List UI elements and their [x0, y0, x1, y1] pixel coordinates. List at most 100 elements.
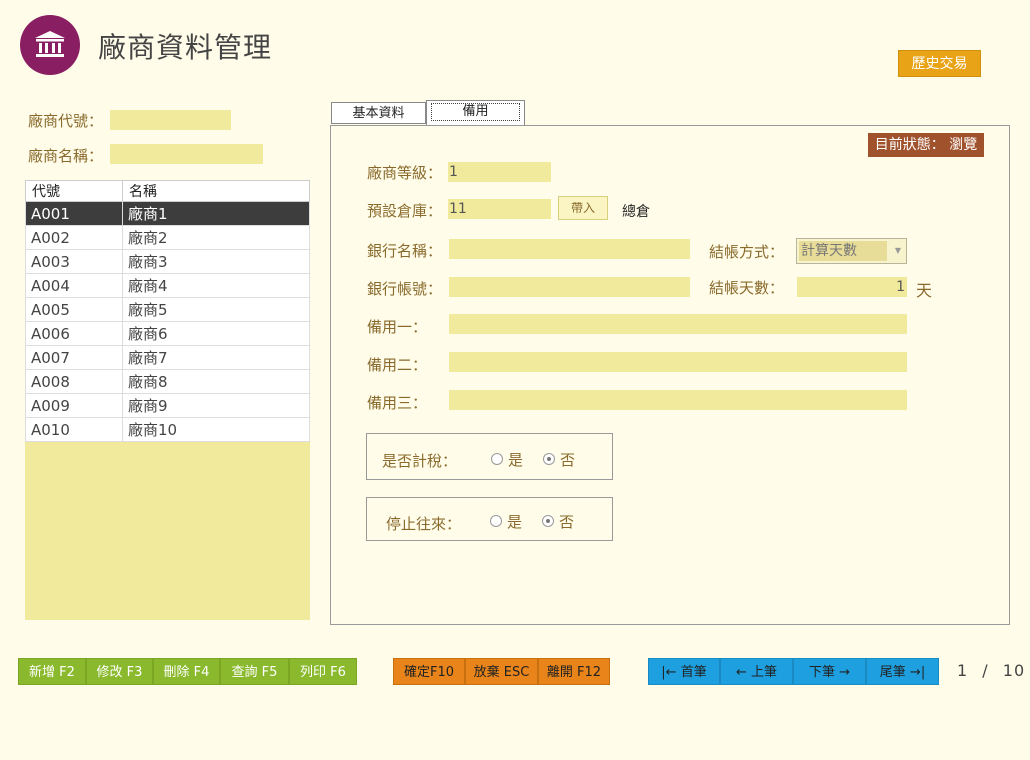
bank-name-input[interactable] — [449, 239, 690, 259]
pager-separator: / — [982, 661, 989, 680]
inactive-group: 停止往來： 是 否 — [366, 497, 613, 541]
inactive-yes-radio[interactable]: 是 — [490, 511, 522, 532]
query-button[interactable]: 查詢 F5 — [220, 658, 289, 685]
logo-icon — [20, 15, 80, 75]
vendor-name-cell: 廠商4 — [122, 273, 310, 298]
vendor-name-cell: 廠商10 — [122, 417, 310, 442]
radio-unchecked-icon — [490, 514, 502, 527]
table-row[interactable]: A006 廠商6 — [25, 321, 310, 346]
radio-checked-icon — [543, 452, 555, 465]
vendor-code-label: 廠商代號： — [28, 112, 104, 130]
first-record-button[interactable]: |← 首筆 — [648, 658, 720, 685]
pager-total: 10 — [1002, 661, 1026, 680]
vendor-name-cell: 廠商1 — [122, 201, 310, 226]
vendor-code-cell: A005 — [25, 297, 123, 322]
column-header-name[interactable]: 名稱 — [122, 180, 310, 202]
taxable-yes-label: 是 — [508, 451, 524, 469]
table-row[interactable]: A001 廠商1 — [25, 201, 310, 226]
settle-method-select[interactable]: 計算天數 ▼ — [796, 238, 907, 264]
vendor-name-cell: 廠商6 — [122, 321, 310, 346]
next-record-button[interactable]: 下筆 → — [793, 658, 866, 685]
vendor-name-cell: 廠商5 — [122, 297, 310, 322]
inactive-label: 停止往來： — [386, 515, 462, 533]
spare2-input[interactable] — [449, 352, 907, 372]
last-record-button[interactable]: 尾筆 →| — [866, 658, 939, 685]
taxable-label: 是否計稅： — [382, 452, 458, 470]
pager-current: 1 — [957, 661, 969, 680]
table-row[interactable]: A004 廠商4 — [25, 273, 310, 298]
settle-days-input[interactable]: 1 — [797, 277, 907, 297]
settle-method-label: 結帳方式： — [709, 243, 785, 261]
table-row[interactable]: A009 廠商9 — [25, 393, 310, 418]
vendor-code-cell: A002 — [25, 225, 123, 250]
add-button[interactable]: 新增 F2 — [18, 658, 86, 685]
vendor-code-cell: A001 — [25, 201, 123, 226]
spare1-label: 備用一： — [367, 318, 428, 336]
vendor-name-cell: 廠商7 — [122, 345, 310, 370]
discard-button[interactable]: 放棄 ESC — [465, 658, 538, 685]
vendor-code-cell: A008 — [25, 369, 123, 394]
table-row[interactable]: A007 廠商7 — [25, 345, 310, 370]
spare1-input[interactable] — [449, 314, 907, 334]
confirm-button[interactable]: 確定F10 — [393, 658, 465, 685]
taxable-group: 是否計稅： 是 否 — [366, 433, 613, 480]
history-transactions-button[interactable]: 歷史交易 — [898, 50, 981, 77]
spare2-label: 備用二： — [367, 356, 428, 374]
warehouse-label: 預設倉庫： — [367, 202, 443, 220]
inactive-yes-label: 是 — [507, 513, 523, 531]
tab-spare-label: 備用 — [431, 103, 520, 121]
table-row[interactable]: A008 廠商8 — [25, 369, 310, 394]
tab-spare[interactable]: 備用 — [426, 100, 525, 126]
print-button[interactable]: 列印 F6 — [289, 658, 357, 685]
import-button[interactable]: 帶入 — [558, 196, 608, 220]
edit-button[interactable]: 修改 F3 — [86, 658, 153, 685]
column-header-code[interactable]: 代號 — [25, 180, 123, 202]
taxable-yes-radio[interactable]: 是 — [491, 449, 523, 470]
vendor-name-cell: 廠商8 — [122, 369, 310, 394]
vendor-name-cell: 廠商2 — [122, 225, 310, 250]
prev-record-button[interactable]: ← 上筆 — [720, 658, 793, 685]
dropdown-arrow-icon[interactable]: ▼ — [895, 246, 901, 255]
grade-input[interactable]: 1 — [448, 162, 551, 182]
pager: 1 / 10 — [957, 661, 1025, 680]
delete-button[interactable]: 刪除 F4 — [153, 658, 220, 685]
status-badge: 目前狀態： 瀏覽 — [868, 133, 984, 157]
exit-button[interactable]: 離開 F12 — [538, 658, 610, 685]
vendor-table: 代號 名稱 A001 廠商1 A002 廠商2 A003 廠商3 A004 廠商4 A005 廠商… — [25, 180, 310, 442]
table-row[interactable]: A005 廠商5 — [25, 297, 310, 322]
settle-method-value: 計算天數 — [799, 241, 887, 261]
warehouse-name: 總倉 — [622, 204, 650, 220]
spare3-input[interactable] — [449, 390, 907, 410]
vendor-code-cell: A003 — [25, 249, 123, 274]
table-row[interactable]: A003 廠商3 — [25, 249, 310, 274]
grade-label: 廠商等級： — [367, 164, 443, 182]
inactive-no-radio[interactable]: 否 — [542, 511, 574, 532]
spare3-label: 備用三： — [367, 394, 428, 412]
bank-icon — [35, 31, 65, 57]
taxable-no-label: 否 — [560, 451, 576, 469]
warehouse-input[interactable]: 11 — [448, 199, 551, 219]
bank-name-label: 銀行名稱： — [367, 242, 443, 260]
radio-unchecked-icon — [491, 452, 503, 465]
inactive-no-label: 否 — [559, 513, 575, 531]
radio-checked-icon — [542, 514, 554, 527]
vendor-code-cell: A004 — [25, 273, 123, 298]
table-row[interactable]: A010 廠商10 — [25, 417, 310, 442]
tab-basic-info[interactable]: 基本資料 — [331, 102, 426, 124]
table-row[interactable]: A002 廠商2 — [25, 225, 310, 250]
vendor-code-input[interactable] — [110, 110, 231, 130]
vendor-code-cell: A009 — [25, 393, 123, 418]
vendor-name-cell: 廠商9 — [122, 393, 310, 418]
settle-days-label: 結帳天數： — [709, 279, 785, 297]
vendor-code-cell: A010 — [25, 417, 123, 442]
vendor-list-panel: 代號 名稱 A001 廠商1 A002 廠商2 A003 廠商3 A004 廠商4 A005 廠商… — [25, 180, 310, 620]
bank-account-input[interactable] — [449, 277, 690, 297]
vendor-name-cell: 廠商3 — [122, 249, 310, 274]
bank-account-label: 銀行帳號： — [367, 280, 443, 298]
vendor-code-cell: A007 — [25, 345, 123, 370]
taxable-no-radio[interactable]: 否 — [543, 449, 575, 470]
vendor-name-label: 廠商名稱： — [28, 147, 104, 165]
vendor-name-input[interactable] — [110, 144, 263, 164]
table-header-row: 代號 名稱 — [25, 180, 310, 202]
page-title: 廠商資料管理 — [98, 31, 273, 64]
